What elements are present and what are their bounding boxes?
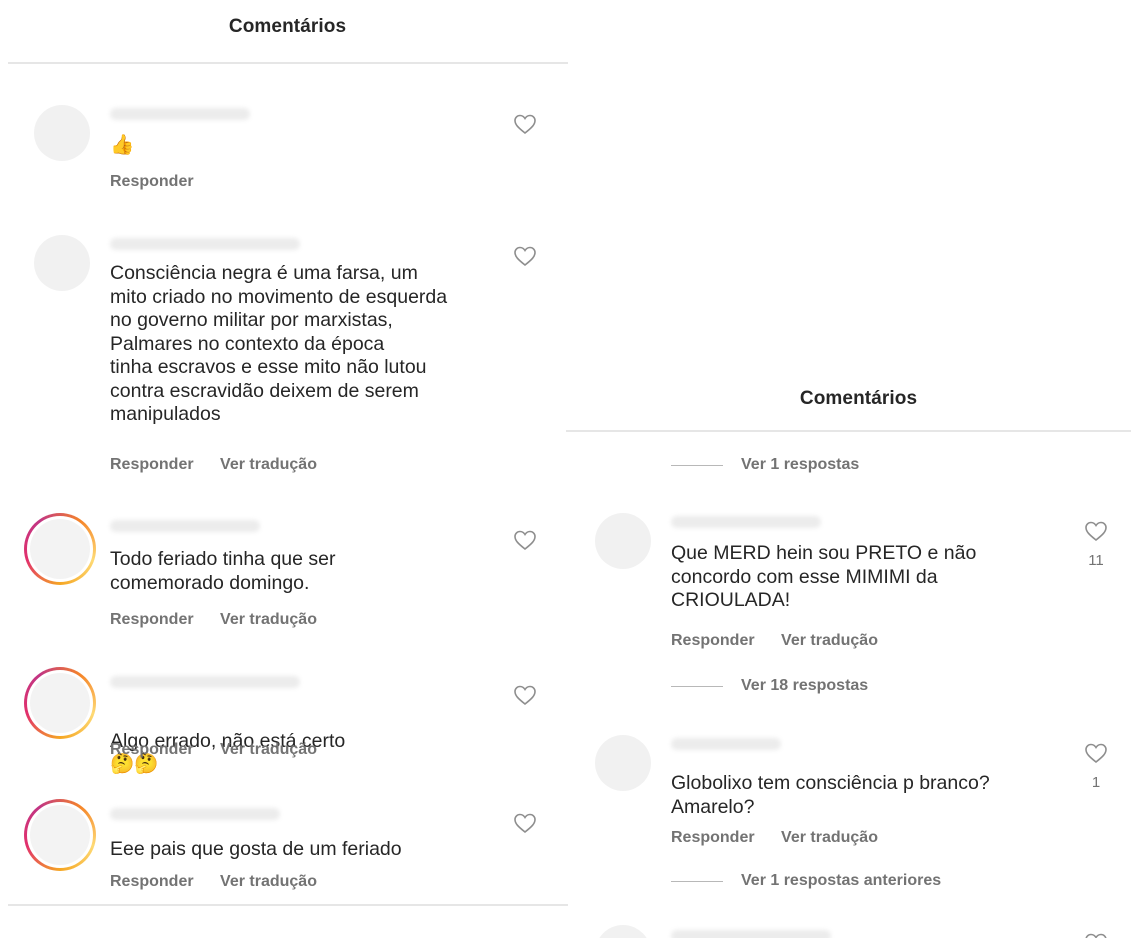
heart-icon[interactable] <box>513 529 537 551</box>
reply-button[interactable]: Responder <box>110 873 194 890</box>
footer-divider <box>8 904 568 906</box>
username-blurred <box>110 238 300 250</box>
heart-icon[interactable] <box>1084 520 1108 542</box>
view-replies-label: Ver 1 respostas anteriores <box>741 872 942 889</box>
username-blurred <box>110 108 250 120</box>
avatar[interactable] <box>34 105 90 161</box>
view-replies-button[interactable]: Ver 18 respostas <box>671 677 868 695</box>
heart-icon[interactable] <box>1084 932 1108 938</box>
reply-button[interactable]: Responder <box>110 741 194 758</box>
username-blurred <box>110 520 260 532</box>
comment-actions: Responder Ver tradução <box>110 741 339 759</box>
replies-line <box>671 685 723 687</box>
comment-actions: Responder Ver tradução <box>671 829 900 847</box>
avatar[interactable] <box>595 735 651 791</box>
comment-actions: Responder Ver tradução <box>671 632 900 650</box>
view-replies-button[interactable]: Ver 1 respostas <box>671 456 859 474</box>
avatar-story-ring[interactable] <box>24 799 96 871</box>
comment-actions: Responder Ver tradução <box>110 456 339 474</box>
reply-button[interactable]: Responder <box>110 456 194 473</box>
translate-button[interactable]: Ver tradução <box>220 611 317 628</box>
view-replies-button[interactable]: Ver 1 respostas anteriores <box>671 872 941 890</box>
avatar-story-ring[interactable] <box>24 667 96 739</box>
avatar[interactable] <box>34 235 90 291</box>
comment-text: Eee pais que gosta de um feriado <box>110 838 402 860</box>
reply-button[interactable]: Responder <box>110 173 194 190</box>
comment-actions: Responder <box>110 173 216 191</box>
heart-icon[interactable] <box>513 684 537 706</box>
translate-button[interactable]: Ver tradução <box>220 456 317 473</box>
comments-panel-left: Comentários 👍 Responder Consciência negr… <box>0 0 575 938</box>
username-blurred <box>110 676 300 688</box>
comment-text: Consciência negra é uma farsa, um mito c… <box>110 262 448 425</box>
replies-line <box>671 464 723 466</box>
avatar[interactable] <box>595 513 651 569</box>
username-blurred <box>671 930 831 938</box>
heart-icon[interactable] <box>513 113 537 135</box>
heart-icon[interactable] <box>513 812 537 834</box>
heart-icon[interactable] <box>1084 742 1108 764</box>
comment-text: Globolixo tem consciência p branco? Amar… <box>671 772 990 818</box>
comment-text: 👍 <box>110 134 135 156</box>
comment-text: Todo feriado tinha que ser comemorado do… <box>110 548 336 594</box>
replies-line <box>671 880 723 882</box>
comment-actions: Responder Ver tradução <box>110 873 339 891</box>
avatar-story-ring[interactable] <box>24 513 96 585</box>
header-divider <box>566 430 1131 432</box>
like-count: 1 <box>1091 774 1101 791</box>
translate-button[interactable]: Ver tradução <box>781 632 878 649</box>
page-title: Comentários <box>228 16 347 37</box>
translate-button[interactable]: Ver tradução <box>220 873 317 890</box>
view-replies-label: Ver 1 respostas <box>741 456 860 473</box>
like-count: 11 <box>1088 552 1104 569</box>
translate-button[interactable]: Ver tradução <box>220 741 317 758</box>
view-replies-label: Ver 18 respostas <box>741 677 869 694</box>
comment-actions: Responder Ver tradução <box>110 611 339 629</box>
username-blurred <box>110 808 280 820</box>
reply-button[interactable]: Responder <box>671 632 755 649</box>
header-divider <box>8 62 568 64</box>
reply-button[interactable]: Responder <box>671 829 755 846</box>
translate-button[interactable]: Ver tradução <box>781 829 878 846</box>
username-blurred <box>671 516 821 528</box>
comment-text: Que MERD hein sou PRETO e não concordo c… <box>671 542 977 611</box>
comments-panel-right: Comentários Ver 1 respostas Que MERD hei… <box>566 370 1131 938</box>
heart-icon[interactable] <box>513 245 537 267</box>
page-title: Comentários <box>799 388 918 409</box>
avatar[interactable] <box>595 925 651 938</box>
reply-button[interactable]: Responder <box>110 611 194 628</box>
username-blurred <box>671 738 781 750</box>
